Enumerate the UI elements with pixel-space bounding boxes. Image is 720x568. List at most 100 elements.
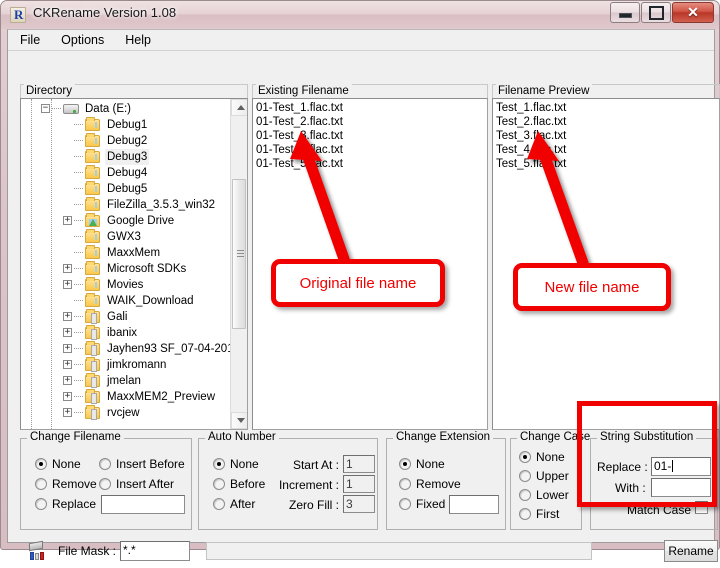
tree-item[interactable]: + ibanix <box>21 325 230 341</box>
radio-autonumber-none[interactable]: None <box>213 457 259 471</box>
file-mask-label: File Mask : <box>58 544 117 558</box>
close-button[interactable]: ✕ <box>672 2 714 23</box>
preview-file-row[interactable]: Test_5.flac.txt <box>493 157 719 171</box>
tree-item[interactable]: MaxxMem <box>21 245 230 261</box>
maximize-button[interactable] <box>641 2 671 23</box>
folder-google-icon <box>85 213 100 227</box>
tree-expand-icon[interactable]: + <box>63 376 72 385</box>
tree-item[interactable]: + MaxxMEM2_Preview <box>21 389 230 405</box>
menu-item-help[interactable]: Help <box>116 31 160 49</box>
tree-item[interactable]: FileZilla_3.5.3_win32 <box>21 197 230 213</box>
tree-item[interactable]: + Google Drive <box>21 213 230 229</box>
tree-item[interactable]: WAIK_Download <box>21 293 230 309</box>
existing-file-row[interactable]: 01-Test_3.flac.txt <box>253 129 487 143</box>
radio-changeext-remove[interactable]: Remove <box>399 477 461 491</box>
tree-item[interactable]: + rvcjew <box>21 405 230 421</box>
directory-tree[interactable]: − Data (E:) Debug1 Debug2 Debug3 Debug4 Debug5… <box>21 99 230 429</box>
scroll-down-button[interactable] <box>231 412 247 429</box>
tree-collapse-icon[interactable]: − <box>41 104 50 113</box>
minimize-button[interactable] <box>610 2 640 23</box>
tree-expand-icon[interactable]: + <box>63 312 72 321</box>
tree-item-label: MaxxMem <box>107 247 161 259</box>
tree-expand-icon[interactable]: + <box>63 216 72 225</box>
tree-connector <box>74 396 83 397</box>
radio-autonumber-before[interactable]: Before <box>213 477 265 491</box>
tree-item[interactable]: Debug1 <box>21 117 230 133</box>
radio-changecase-upper[interactable]: Upper <box>519 469 569 483</box>
folder-icon <box>85 181 100 195</box>
folder-zip-icon <box>85 405 100 420</box>
radio-changefile-none[interactable]: None <box>35 457 81 471</box>
tree-item[interactable]: + jmelan <box>21 373 230 389</box>
tree-item[interactable]: + Microsoft SDKs <box>21 261 230 277</box>
tree-item[interactable]: − Data (E:) <box>21 101 230 117</box>
radio-label: Replace <box>52 497 97 511</box>
tree-connector <box>74 284 83 285</box>
radio-label: Remove <box>52 477 97 491</box>
tree-item[interactable]: Debug3 <box>21 149 230 165</box>
scrollbar-thumb[interactable] <box>232 179 246 329</box>
radio-changefile-insert-after[interactable]: Insert After <box>99 477 174 491</box>
preview-file-row[interactable]: Test_3.flac.txt <box>493 129 719 143</box>
tree-item[interactable]: Debug4 <box>21 165 230 181</box>
tree-connector <box>74 412 83 413</box>
scroll-up-button[interactable] <box>231 99 247 116</box>
minimize-icon <box>611 3 639 22</box>
file-mask-input[interactable]: *.* <box>120 541 190 561</box>
tree-item-label: Data (E:) <box>85 103 132 115</box>
radio-changeext-fixed[interactable]: Fixed : <box>399 497 452 511</box>
radio-changeext-none[interactable]: None <box>399 457 445 471</box>
radio-changecase-none[interactable]: None <box>519 450 565 464</box>
radio-changefile-insert-before[interactable]: Insert Before <box>99 457 185 471</box>
change-filename-title: Change Filename <box>27 431 124 443</box>
radio-changefile-replace[interactable]: Replace <box>35 497 96 511</box>
radio-changefile-remove[interactable]: Remove <box>35 477 97 491</box>
change-filename-text-input[interactable] <box>101 495 185 514</box>
existing-file-row[interactable]: 01-Test_1.flac.txt <box>253 101 487 115</box>
tree-item[interactable]: GWX3 <box>21 229 230 245</box>
tree-connector <box>74 156 83 157</box>
increment-input[interactable]: 1 <box>343 475 375 493</box>
menu-item-file[interactable]: File <box>11 31 49 49</box>
match-case-checkbox[interactable] <box>695 501 708 514</box>
text-caret <box>672 460 674 472</box>
close-icon: ✕ <box>687 4 699 20</box>
change-extension-fixed-input[interactable] <box>449 495 499 514</box>
tree-item[interactable]: + Jayhen93 SF_07-04-2013 <box>21 341 230 357</box>
directory-scrollbar[interactable] <box>230 99 247 429</box>
radio-icon <box>519 489 531 501</box>
with-input[interactable] <box>651 478 711 497</box>
replace-input[interactable]: 01- <box>651 457 711 476</box>
tree-expand-icon[interactable]: + <box>63 392 72 401</box>
rename-button[interactable]: Rename <box>664 540 718 562</box>
tree-item[interactable]: + Gali <box>21 309 230 325</box>
tree-item[interactable]: + jimkromann <box>21 357 230 373</box>
preview-file-row[interactable]: Test_1.flac.txt <box>493 101 719 115</box>
tree-expand-icon[interactable]: + <box>63 264 72 273</box>
tree-item[interactable]: + Movies <box>21 277 230 293</box>
existing-file-row[interactable]: 01-Test_2.flac.txt <box>253 115 487 129</box>
tree-item[interactable]: Debug2 <box>21 133 230 149</box>
tree-expand-icon[interactable]: + <box>63 328 72 337</box>
tree-item-label: WAIK_Download <box>107 295 194 307</box>
tree-expand-icon[interactable]: + <box>63 280 72 289</box>
tree-connector <box>74 348 83 349</box>
start-at-input[interactable]: 1 <box>343 455 375 473</box>
tree-expand-icon[interactable]: + <box>63 360 72 369</box>
existing-file-row[interactable]: 01-Test_5.flac.txt <box>253 157 487 171</box>
menu-item-options[interactable]: Options <box>52 31 113 49</box>
zero-fill-input[interactable]: 3 <box>343 495 375 513</box>
tree-expand-icon[interactable]: + <box>63 408 72 417</box>
radio-label: Lower <box>536 488 569 502</box>
existing-filename-label: Existing Filename <box>256 84 352 97</box>
radio-autonumber-after[interactable]: After <box>213 497 255 511</box>
tree-expand-icon[interactable]: + <box>63 344 72 353</box>
directory-tree-panel[interactable]: − Data (E:) Debug1 Debug2 Debug3 Debug4 Debug5… <box>20 98 248 430</box>
preview-file-row[interactable]: Test_4.flac.txt <box>493 143 719 157</box>
preview-file-row[interactable]: Test_2.flac.txt <box>493 115 719 129</box>
tree-item[interactable]: Debug5 <box>21 181 230 197</box>
existing-file-row[interactable]: 01-Test_4.flac.txt <box>253 143 487 157</box>
radio-changecase-lower[interactable]: Lower <box>519 488 569 502</box>
radio-changecase-first[interactable]: First <box>519 507 559 521</box>
radio-icon <box>213 458 225 470</box>
